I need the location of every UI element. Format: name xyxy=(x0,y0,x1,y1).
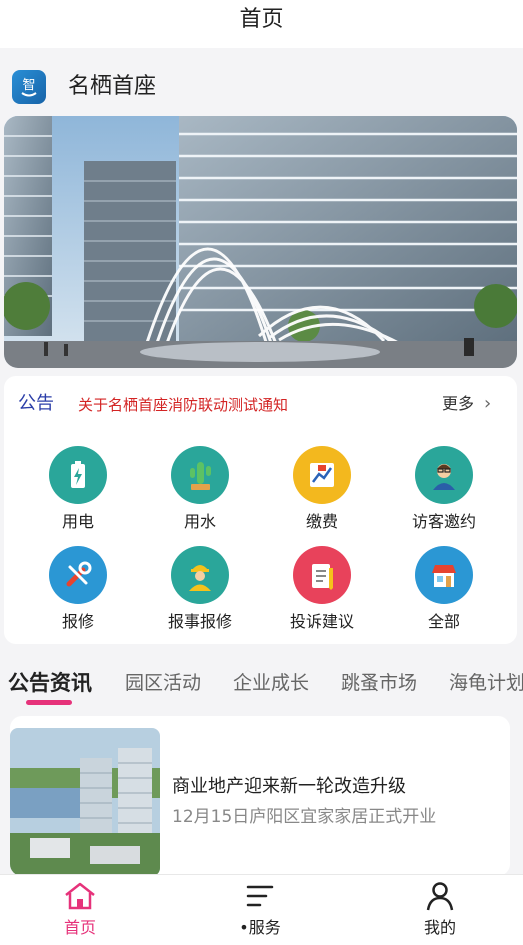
news-title[interactable]: 商业地产迎来新一轮改造升级 xyxy=(172,774,406,800)
cactus-icon xyxy=(171,446,229,504)
battery-icon xyxy=(49,446,107,504)
grid-label: 缴费 xyxy=(305,512,338,531)
notice-bar[interactable]: 公告 关于名栖首座消防联动测试通知 更多 › xyxy=(4,376,517,432)
active-tab-indicator xyxy=(26,700,72,705)
grid-item-repair[interactable]: 报修 xyxy=(28,546,128,633)
grid-item-complaint[interactable]: 投诉建议 xyxy=(272,546,372,633)
tab-announcements[interactable]: 公告资讯 xyxy=(8,668,92,698)
app-logo-icon: 智 xyxy=(12,70,46,104)
nav-label: •服务 xyxy=(239,918,281,937)
bill-chart-icon xyxy=(293,446,351,504)
store-icon xyxy=(415,546,473,604)
grid-label: 报修 xyxy=(61,612,94,631)
grid-item-water[interactable]: 用水 xyxy=(150,446,250,533)
person-icon xyxy=(426,882,454,911)
nav-services[interactable]: •服务 xyxy=(210,881,310,939)
svg-text:智: 智 xyxy=(22,78,35,93)
nav-label: 我的 xyxy=(423,918,456,937)
news-thumbnail xyxy=(10,728,160,876)
chevron-right-icon[interactable]: › xyxy=(484,392,491,416)
bottom-navigation: 首页 •服务 我的 xyxy=(0,874,523,945)
grid-item-payment[interactable]: 缴费 xyxy=(272,446,372,533)
grid-label: 用电 xyxy=(61,512,94,531)
title-bar: 首页 xyxy=(0,0,523,48)
grid-item-all[interactable]: 全部 xyxy=(394,546,494,633)
page-title: 首页 xyxy=(239,7,284,32)
grid-label: 报事报修 xyxy=(167,612,232,631)
tab-park-activities[interactable]: 园区活动 xyxy=(125,668,201,698)
category-tabs: 公告资讯 园区活动 企业成长 跳蚤市场 海龟计划 xyxy=(0,660,523,712)
worker-icon xyxy=(171,546,229,604)
tab-flea-market[interactable]: 跳蚤市场 xyxy=(341,668,417,698)
nav-label: 首页 xyxy=(63,918,96,937)
tab-enterprise-growth[interactable]: 企业成长 xyxy=(233,668,309,698)
app-header: 智 名栖首座 xyxy=(0,48,523,114)
visitor-icon xyxy=(415,446,473,504)
nav-profile[interactable]: 我的 xyxy=(390,881,490,939)
home-icon xyxy=(65,882,95,910)
banner-image[interactable] xyxy=(4,116,517,368)
grid-label: 投诉建议 xyxy=(289,612,354,631)
tab-turtle-plan[interactable]: 海龟计划 xyxy=(449,668,523,698)
grid-label: 访客邀约 xyxy=(411,512,476,531)
news-subtitle: 12月15日庐阳区宜家家居正式开业 xyxy=(172,807,437,827)
app-name: 名栖首座 xyxy=(68,74,157,99)
menu-lines-icon xyxy=(246,885,274,907)
clipboard-icon xyxy=(293,546,351,604)
services-card: 公告 关于名栖首座消防联动测试通知 更多 › 用电 用水 缴费 访客邀约 报修 … xyxy=(4,376,517,644)
notice-more-link[interactable]: 更多 xyxy=(442,392,474,416)
grid-item-visitor[interactable]: 访客邀约 xyxy=(394,446,494,533)
grid-item-electricity[interactable]: 用电 xyxy=(28,446,128,533)
notice-text[interactable]: 关于名栖首座消防联动测试通知 xyxy=(78,394,288,416)
wrench-icon xyxy=(49,546,107,604)
grid-label: 用水 xyxy=(183,512,216,531)
grid-item-report-repair[interactable]: 报事报修 xyxy=(150,546,250,633)
grid-label: 全部 xyxy=(427,612,460,631)
nav-home[interactable]: 首页 xyxy=(30,881,130,939)
nav-label-text: 服务 xyxy=(248,918,281,937)
notice-tag: 公告 xyxy=(18,393,54,414)
news-item[interactable]: 商业地产迎来新一轮改造升级 12月15日庐阳区宜家家居正式开业 xyxy=(10,716,510,876)
